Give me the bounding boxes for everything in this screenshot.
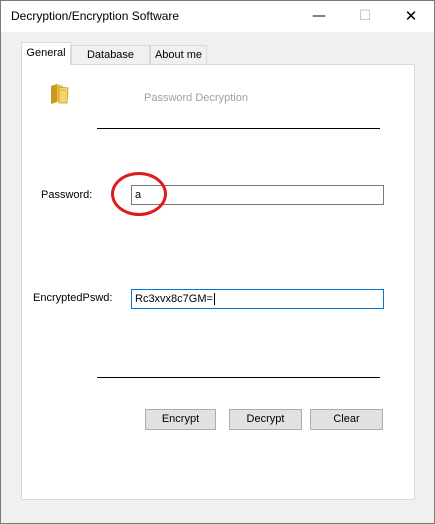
tab-about-me[interactable]: About me	[150, 45, 207, 64]
minimize-button[interactable]: —	[296, 1, 342, 32]
encrypted-password-value: Rc3xvx8c7GM=	[135, 293, 213, 305]
top-divider	[97, 128, 380, 129]
encrypted-password-field[interactable]: Rc3xvx8c7GM=	[131, 289, 384, 309]
tab-database[interactable]: Database	[71, 45, 150, 64]
encrypt-button[interactable]: Encrypt	[145, 409, 216, 430]
maximize-button[interactable]: ☐	[342, 1, 388, 32]
title-bar[interactable]: Decryption/Encryption Software — ☐ ✕	[1, 1, 434, 32]
password-value: a	[135, 189, 142, 201]
text-caret	[213, 293, 215, 306]
close-button[interactable]: ✕	[388, 1, 434, 32]
clear-button[interactable]: Clear	[310, 409, 383, 430]
bottom-divider	[97, 377, 380, 378]
folder-icon	[51, 84, 69, 104]
tab-general[interactable]: General	[21, 42, 71, 65]
encrypted-password-label: EncryptedPswd:	[33, 292, 113, 304]
general-tab-panel	[21, 64, 415, 500]
password-label: Password:	[41, 189, 93, 201]
password-field[interactable]: a	[131, 185, 384, 205]
window-title: Decryption/Encryption Software	[11, 9, 180, 23]
decrypt-button[interactable]: Decrypt	[229, 409, 302, 430]
section-heading: Password Decryption	[144, 92, 248, 104]
